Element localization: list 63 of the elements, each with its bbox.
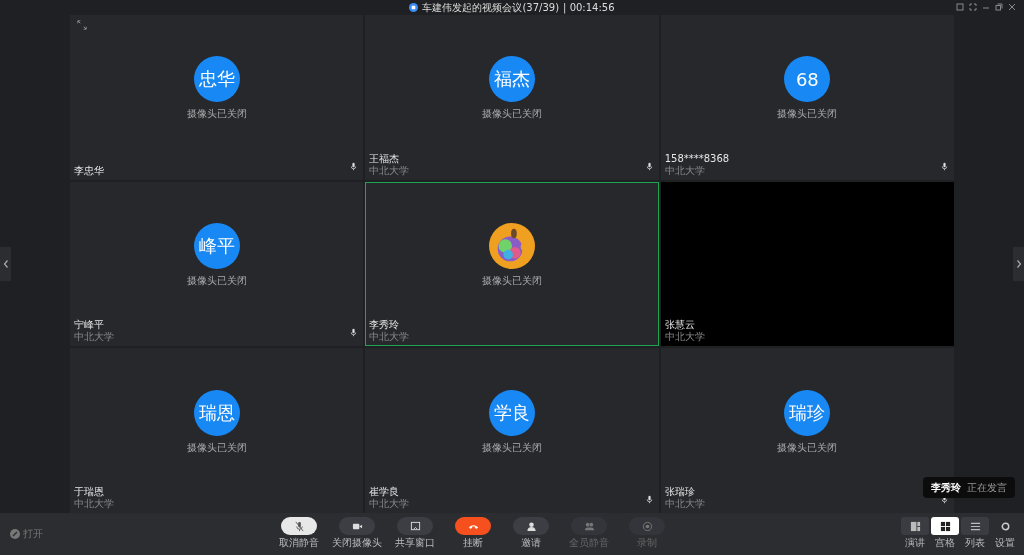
toolbar-button[interactable]: 挂断 — [446, 517, 500, 549]
camera-off-label: 摄像头已关闭 — [482, 108, 542, 121]
fullscreen-icon[interactable] — [969, 3, 977, 11]
grid-icon — [939, 520, 951, 532]
expand-icon[interactable] — [77, 20, 87, 30]
microphone-icon — [293, 520, 305, 532]
restore-icon[interactable] — [995, 3, 1003, 11]
participant-org: 中北大学 — [664, 331, 705, 344]
chevron-left-icon — [2, 259, 9, 269]
meeting-icon — [409, 3, 419, 12]
meeting-timer: | 00:14:56 — [563, 1, 615, 14]
participant-name: 崔学良 — [369, 486, 401, 498]
avatar: 68 — [784, 56, 831, 103]
avatar: 福杰 — [489, 56, 535, 103]
camera-off-label: 摄像头已关闭 — [186, 441, 247, 454]
participant-name: 158****8368 — [664, 152, 730, 165]
avatar: 忠华 — [193, 56, 240, 103]
toolbar-button[interactable]: 关闭摄像头 — [330, 517, 384, 549]
participant-name: 张瑞珍 — [664, 486, 696, 498]
camera-off-label: 摄像头已关闭 — [186, 275, 247, 287]
participant-name: 张慧云 — [664, 319, 696, 331]
people-icon — [583, 520, 595, 532]
record-icon — [641, 520, 653, 532]
toolbar-button[interactable]: 取消静音 — [272, 517, 326, 549]
participant-name: 李忠华 — [74, 164, 104, 177]
camera-off-label: 摄像头已关闭 — [777, 108, 838, 121]
participant-name: 宁峰平 — [74, 319, 105, 331]
avatar: 瑞恩 — [193, 389, 240, 436]
window-title: 车建伟发起的视频会议(37/39) — [422, 1, 560, 14]
avatar: 峰平 — [193, 223, 240, 269]
toolbar-button[interactable]: 共享窗口 — [388, 517, 442, 549]
person-icon — [525, 520, 537, 532]
previous-page-button[interactable] — [0, 247, 11, 281]
window-icon[interactable] — [956, 3, 964, 11]
settings-icon — [999, 520, 1011, 532]
camera-off-label: 摄像头已关闭 — [186, 108, 247, 121]
chevron-right-icon — [1015, 259, 1022, 269]
list-icon — [969, 520, 981, 532]
screen-icon — [409, 520, 421, 532]
signal-label: 打开 — [23, 527, 43, 541]
camera-off-label: 摄像头已关闭 — [777, 441, 838, 454]
speaker-name: 李秀玲 — [931, 481, 961, 494]
participant-org: 中北大学 — [74, 498, 114, 510]
avatar: 学良 — [489, 389, 535, 436]
participant-org: 中北大学 — [664, 498, 705, 510]
participant-name: 王福杰 — [369, 152, 401, 165]
close-icon[interactable] — [1008, 3, 1016, 11]
settings-button[interactable]: 设置 — [990, 517, 1020, 549]
participant-name: 李秀玲 — [369, 319, 401, 331]
participant-org: 中北大学 — [369, 498, 410, 510]
camera-off-label: 摄像头已关闭 — [482, 275, 542, 287]
camera-off-label: 摄像头已关闭 — [482, 441, 542, 454]
avatar: 瑞珍 — [784, 389, 831, 436]
signal-icon — [10, 529, 20, 539]
speaker-layout-icon — [909, 520, 921, 532]
participant-org: 中北大学 — [74, 331, 114, 344]
toolbar-button[interactable]: 邀请 — [504, 517, 558, 549]
participant-org: 中北大学 — [664, 164, 706, 177]
speaking-status: 正在发言 — [967, 481, 1007, 494]
participant-name: 于瑞恩 — [74, 486, 105, 498]
participant-org: 中北大学 — [369, 331, 410, 344]
participant-org: 中北大学 — [369, 164, 410, 177]
next-page-button[interactable] — [1013, 247, 1024, 281]
